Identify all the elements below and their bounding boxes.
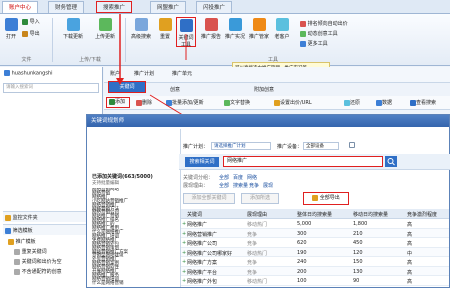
export-all-button[interactable]: 全部导出	[303, 192, 349, 205]
table-cell: 高	[407, 279, 413, 285]
add-row-icon[interactable]: +	[182, 250, 186, 256]
device-label: 推广设备：	[277, 144, 303, 150]
table-cell: 网络推广公司	[187, 241, 218, 247]
add-row-icon[interactable]: +	[182, 221, 186, 227]
mobile-checkbox[interactable]	[349, 142, 355, 149]
table-cell: 450	[353, 240, 363, 246]
table-body: + 网络推广 移动热门 5,000 1,800 高 + 网络营销推广 竞争 300 210 高 + 网络推…	[181, 219, 449, 287]
table-cell: 620	[297, 240, 307, 246]
filter-reason-compete[interactable]: 竞争	[249, 182, 259, 189]
filter-reason-label: 展现理由：	[183, 183, 209, 189]
filter-group-all[interactable]: 全部	[219, 174, 229, 181]
table-cell: 竞争	[247, 260, 258, 266]
filter-reason-all[interactable]: 全部	[219, 182, 229, 189]
plan-select[interactable]: 请选择推广计划	[211, 142, 271, 150]
table-cell: 高	[407, 241, 413, 247]
table-cell: 移动热门	[247, 222, 268, 228]
checkbox-icon	[349, 142, 355, 148]
table-cell: 移动热门	[247, 250, 268, 257]
add-all-keywords-button[interactable]: 添加全部关键词	[183, 193, 235, 204]
table-cell: 210	[353, 230, 363, 237]
table-cell: 120	[353, 249, 363, 256]
table-cell: 网络推广方案	[187, 260, 218, 266]
keyword-list-item[interactable]: 什么是网络营销	[92, 281, 178, 286]
col-competition[interactable]: 竞争激烈程度	[407, 211, 447, 218]
table-cell: 竞争	[247, 269, 258, 276]
table-cell: 200	[297, 268, 307, 275]
table-cell: 5,000	[297, 221, 312, 227]
table-cell: 190	[297, 249, 307, 256]
added-keywords-panel: 已添加关键词(663/5000) 支持批量编辑 网络营销网站 网络营销 网络推广 小吃…	[89, 129, 181, 287]
col-mobile-volume[interactable]: 移动日均搜索量	[353, 211, 388, 218]
table-cell: 300	[297, 230, 307, 237]
table-cell: 竞争	[247, 241, 258, 247]
table-cell: 移动热门	[247, 279, 268, 285]
table-row[interactable]: + 网络推广 移动热门 5,000 1,800 高	[181, 219, 449, 229]
keyword-search-input[interactable]: 网络推广	[223, 156, 383, 167]
table-cell: 网络推广公司哪家好	[187, 250, 233, 257]
add-hint: 支持批量编辑	[92, 181, 119, 186]
table-row[interactable]: + 网络推广外包 移动热门 100 90 高	[181, 276, 449, 286]
filter-group-label: 关键词分组：	[183, 175, 214, 181]
add-row-icon[interactable]: +	[182, 240, 186, 246]
table-row[interactable]: + 网络推广平台 竞争 200 130 高	[181, 266, 449, 276]
dialog-title: 关键词规划师	[87, 115, 449, 127]
keyword-planner-dialog: 关键词规划师 已添加关键词(663/5000) 支持批量编辑 网络营销网站 网络营…	[86, 114, 450, 288]
add-row-icon[interactable]: +	[182, 269, 186, 275]
col-reason[interactable]: 展现理由	[247, 211, 267, 218]
table-cell: 1,800	[353, 221, 368, 227]
plan-label: 推广计划：	[183, 144, 209, 150]
search-row: 搜索相关词 网络推广	[179, 154, 450, 170]
table-header: 关键词 展现理由 整体日均搜索量 移动日均搜索量 竞争激烈程度	[181, 209, 449, 219]
export-icon	[312, 194, 319, 201]
table-cell: 网络营销推广	[187, 231, 218, 238]
device-select[interactable]: 全部设备	[303, 142, 339, 150]
add-row-icon[interactable]: +	[182, 278, 186, 284]
search-related-button[interactable]: 搜索相关词	[185, 157, 219, 167]
filter-group-baidu[interactable]: 百度	[233, 174, 243, 181]
add-selected-button[interactable]: 添加所选	[241, 193, 279, 204]
table-row[interactable]: + 网络推广公司哪家好 移动热门 190 120 中	[181, 247, 449, 257]
col-total-volume[interactable]: 整体日均搜索量	[297, 211, 332, 218]
keyword-list[interactable]: 网络营销网站 网络营销 网络推广 小吃网站营销推广 网络营销推广 网络营销方法 网络营销公司…	[92, 188, 178, 286]
table-cell: 中	[407, 250, 413, 257]
filter-reason-volume[interactable]: 搜索量	[233, 182, 248, 189]
table-cell: 150	[353, 259, 363, 265]
table-row[interactable]: + 网络推广公司 竞争 620 450 高	[181, 238, 449, 248]
add-row-icon[interactable]: +	[182, 231, 186, 237]
table-row[interactable]: + 网络推广方案 竞争 240 150 高	[181, 257, 449, 267]
table-cell: 130	[353, 268, 363, 275]
table-cell: 100	[297, 278, 307, 284]
table-cell: 网络推广外包	[187, 279, 218, 285]
search-icon[interactable]	[385, 156, 397, 167]
col-keyword[interactable]: 关键词	[187, 211, 202, 218]
table-row[interactable]: + 网络营销推广 竞争 300 210 高	[181, 228, 449, 238]
table-cell: 网络推广	[187, 222, 208, 228]
table-cell: 90	[353, 278, 360, 284]
table-cell: 240	[297, 259, 307, 265]
table-cell: 高	[407, 222, 413, 228]
add-row-icon[interactable]: +	[182, 259, 186, 265]
table-cell: 网络推广平台	[187, 269, 218, 276]
table-cell: 高	[407, 231, 413, 238]
table-cell: 竞争	[247, 231, 258, 238]
table-cell: 高	[407, 269, 413, 276]
filter-group-network[interactable]: 网络	[247, 174, 257, 181]
added-label: 已添加关键词(663/5000)	[92, 174, 153, 180]
table-cell: 高	[407, 260, 413, 266]
filter-reason-show[interactable]: 展现	[263, 182, 273, 189]
